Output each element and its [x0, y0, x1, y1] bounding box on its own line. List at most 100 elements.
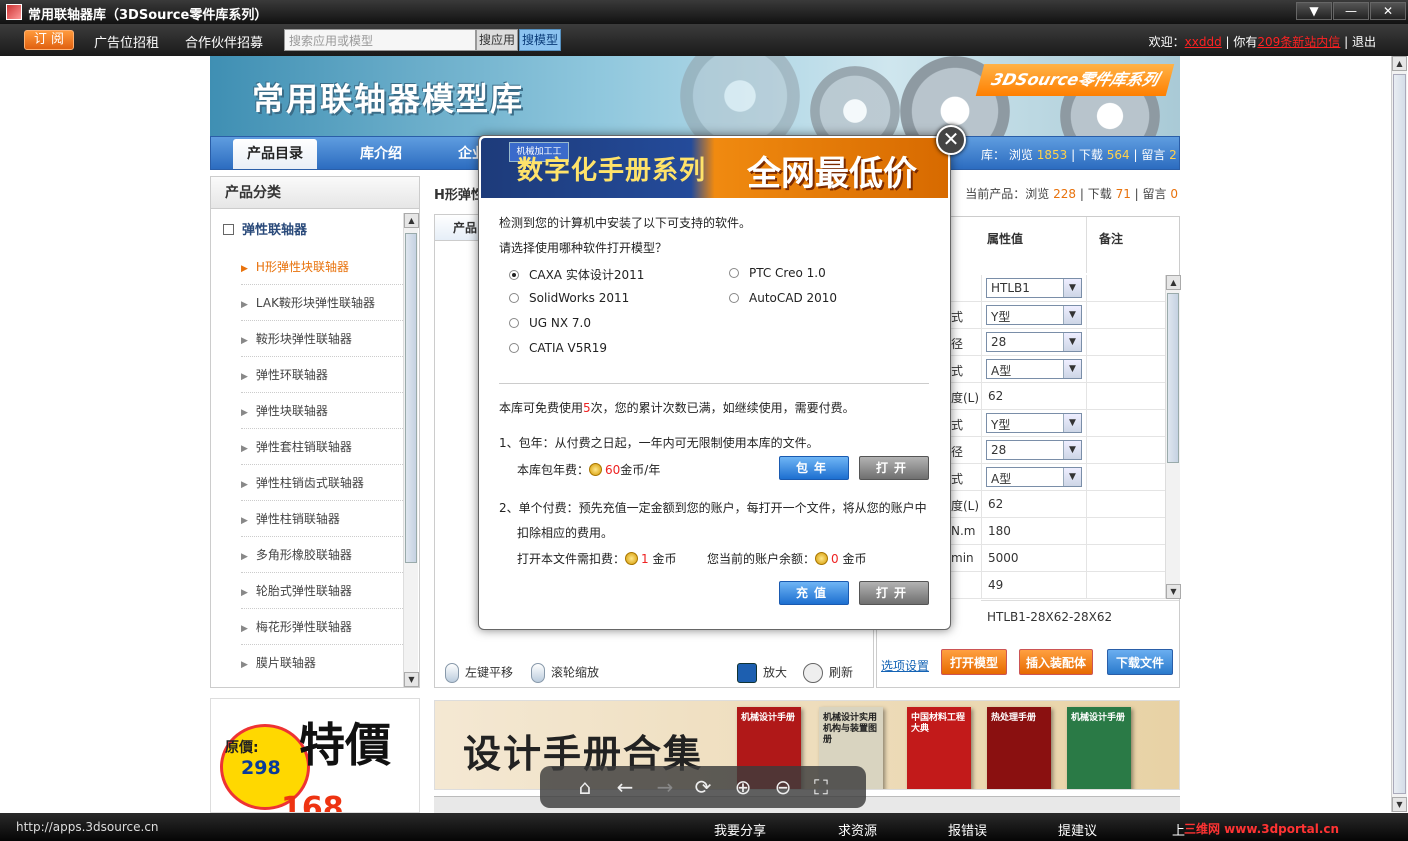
param-select[interactable]: A型 ▼ — [986, 359, 1082, 379]
chevron-down-icon[interactable]: ▼ — [1063, 360, 1081, 378]
sidebar-item[interactable]: ▶ 梅花形弹性联轴器 — [241, 609, 403, 645]
sidebar-item[interactable]: ▶ 弹性柱销齿式联轴器 — [241, 465, 403, 501]
open-button-disabled[interactable]: 打开 — [859, 456, 929, 480]
chevron-down-icon[interactable]: ▼ — [1063, 441, 1081, 459]
pan-hint: 左键平移 — [445, 663, 513, 683]
share-link[interactable]: 我要分享 — [714, 820, 766, 839]
page-scrollbar[interactable]: ▲ ▼ — [1391, 56, 1407, 812]
software-option-autocad[interactable]: AutoCAD 2010 — [729, 291, 837, 305]
fit-icon[interactable]: ⛶ — [808, 774, 834, 800]
param-select[interactable]: HTLB1 ▼ — [986, 278, 1082, 298]
collapse-icon[interactable] — [223, 224, 234, 235]
messages-link[interactable]: 209条新站内信 — [1257, 35, 1340, 49]
enlarge-button[interactable]: 放大 — [737, 663, 787, 683]
scroll-up-icon[interactable]: ▲ — [1392, 56, 1407, 71]
search-input[interactable]: 搜索应用或模型 — [284, 29, 476, 51]
software-option-catia[interactable]: CATIA V5R19 — [509, 341, 607, 355]
sidebar-item[interactable]: ▶ 鞍形块弹性联轴器 — [241, 321, 403, 357]
radio-icon[interactable] — [729, 293, 739, 303]
scroll-down-icon[interactable]: ▼ — [1392, 797, 1407, 812]
search-model-button[interactable]: 搜模型 — [519, 29, 561, 51]
scroll-up-icon[interactable]: ▲ — [404, 213, 419, 228]
param-select[interactable]: Y型 ▼ — [986, 305, 1082, 325]
chevron-down-icon[interactable]: ▼ — [1063, 468, 1081, 486]
sidebar-item[interactable]: ▶ 弹性块联轴器 — [241, 393, 403, 429]
radio-icon[interactable] — [509, 343, 519, 353]
chevron-down-icon[interactable]: ▼ — [1063, 306, 1081, 324]
open-button-disabled-2[interactable]: 打开 — [859, 581, 929, 605]
recharge-button[interactable]: 充值 — [779, 581, 849, 605]
annual-subscribe-button[interactable]: 包年 — [779, 456, 849, 480]
dialog-close-icon[interactable]: ✕ — [936, 125, 966, 155]
promo-ad[interactable]: 原價: 298 特價 168 — [210, 698, 420, 813]
balance-value: 0 — [831, 552, 839, 566]
download-button[interactable]: 下载文件 — [1107, 649, 1173, 675]
suggestion-link[interactable]: 提建议 — [1058, 820, 1097, 839]
open-model-button[interactable]: 打开模型 — [941, 649, 1007, 675]
sidebar-item[interactable]: ▶ 多角形橡胶联轴器 — [241, 537, 403, 573]
zoom-in-icon[interactable]: ⊕ — [730, 774, 756, 800]
chevron-down-icon[interactable]: ▼ — [1063, 414, 1081, 432]
sidebar-item[interactable]: ▶ 弹性环联轴器 — [241, 357, 403, 393]
radio-icon[interactable] — [509, 293, 519, 303]
zoom-hint: 滚轮缩放 — [531, 663, 599, 683]
scroll-down-icon[interactable]: ▼ — [404, 672, 419, 687]
chevron-down-icon[interactable]: ▼ — [1063, 333, 1081, 351]
param-select[interactable]: 28 ▼ — [986, 440, 1082, 460]
username-link[interactable]: xxddd — [1185, 35, 1222, 49]
back-icon[interactable]: ← — [612, 774, 638, 800]
software-option-creo[interactable]: PTC Creo 1.0 — [729, 266, 826, 280]
radio-icon[interactable] — [509, 318, 519, 328]
software-option-ugnx[interactable]: UG NX 7.0 — [509, 316, 591, 330]
minimize-button[interactable]: — — [1333, 2, 1369, 20]
window-menu-button[interactable]: ▼ — [1296, 2, 1332, 20]
param-select[interactable]: Y型 ▼ — [986, 413, 1082, 433]
sidebar-item-h-coupling[interactable]: ▶ H形弹性块联轴器 — [241, 249, 403, 285]
radio-icon[interactable] — [509, 270, 519, 280]
insert-assembly-button[interactable]: 插入装配体 — [1019, 649, 1093, 675]
sidebar-item[interactable]: ▶ LAK鞍形块弹性联轴器 — [241, 285, 403, 321]
subscribe-button[interactable]: 订 阅 — [24, 30, 74, 50]
book-title: 中国材料工程大典 — [911, 713, 966, 734]
search-app-button[interactable]: 搜应用 — [476, 29, 518, 51]
report-error-link[interactable]: 报错误 — [948, 820, 987, 839]
chevron-down-icon[interactable]: ▼ — [1063, 279, 1081, 297]
logout-link[interactable]: | 退出 — [1344, 35, 1376, 49]
param-select-value: A型 — [991, 472, 1012, 486]
param-scrollbar[interactable]: ▲ ▼ — [1165, 275, 1181, 599]
software-option-caxa[interactable]: CAXA 实体设计2011 — [509, 266, 644, 283]
forward-icon[interactable]: → — [652, 774, 678, 800]
option-settings-link[interactable]: 选项设置 — [881, 657, 929, 674]
ad-left-text: 数字化手册系列 — [517, 156, 707, 186]
sidebar-item-label: 梅花形弹性联轴器 — [255, 620, 352, 634]
request-resource-link[interactable]: 求资源 — [838, 820, 877, 839]
param-select[interactable]: 28 ▼ — [986, 332, 1082, 352]
sidebar-item[interactable]: ▶ 弹性套柱销联轴器 — [241, 429, 403, 465]
param-select[interactable]: A型 ▼ — [986, 467, 1082, 487]
messages-count: 2 — [1169, 148, 1177, 162]
tab-catalog[interactable]: 产品目录 — [233, 139, 317, 169]
close-window-button[interactable]: ✕ — [1370, 2, 1406, 20]
pan-label: 左键平移 — [465, 665, 514, 680]
category-elastic[interactable]: 弹性联轴器 — [223, 219, 307, 238]
software-option-solidworks[interactable]: SolidWorks 2011 — [509, 291, 629, 305]
zoom-out-icon[interactable]: ⊖ — [770, 774, 796, 800]
param-value-cell: 180 — [981, 518, 1087, 545]
scroll-down-icon[interactable]: ▼ — [1166, 584, 1181, 599]
home-icon[interactable]: ⌂ — [572, 774, 598, 800]
tab-intro[interactable]: 库介绍 — [341, 139, 421, 169]
ad-recruit-link[interactable]: 广告位招租 — [94, 32, 159, 51]
refresh-icon[interactable]: ⟳ — [690, 774, 716, 800]
sidebar-item[interactable]: ▶ 膜片联轴器 — [241, 645, 403, 681]
sidebar-scrollbar[interactable]: ▲ ▼ — [403, 213, 419, 687]
radio-icon[interactable] — [729, 268, 739, 278]
scroll-thumb[interactable] — [1393, 74, 1406, 794]
sidebar-item[interactable]: ▶ 轮胎式弹性联轴器 — [241, 573, 403, 609]
scroll-thumb[interactable] — [1167, 293, 1179, 463]
refresh-button[interactable]: 刷新 — [803, 663, 853, 683]
scroll-up-icon[interactable]: ▲ — [1166, 275, 1181, 290]
dialog-ad-banner[interactable]: 机械加工工 数字化手册系列 全网最低价 — [481, 138, 948, 198]
sidebar-item[interactable]: ▶ 弹性柱销联轴器 — [241, 501, 403, 537]
scroll-thumb[interactable] — [405, 233, 417, 563]
partner-recruit-link[interactable]: 合作伙伴招募 — [185, 32, 263, 51]
